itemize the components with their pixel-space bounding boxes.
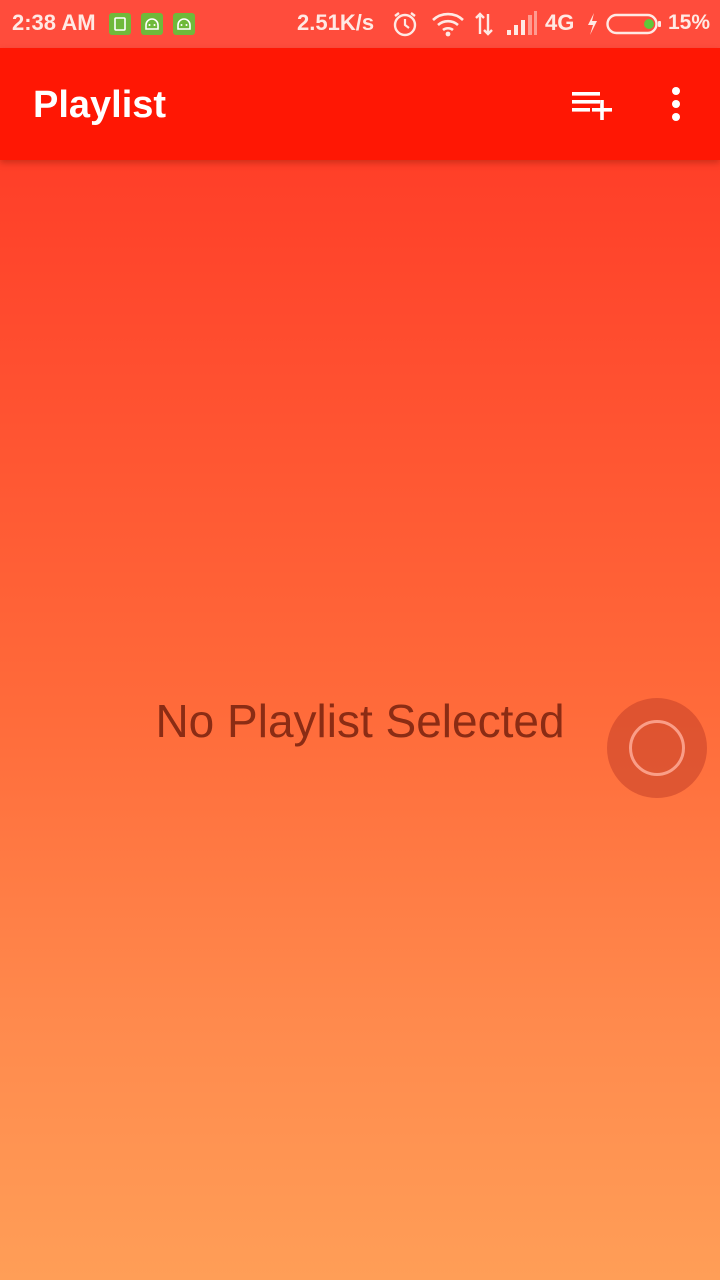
wifi-icon (431, 10, 465, 43)
android-icon (141, 13, 163, 35)
assistive-touch-ring-icon (629, 720, 685, 776)
android-icon (173, 13, 195, 35)
status-time: 2:38 AM (12, 10, 96, 35)
page-title: Playlist (33, 84, 167, 126)
battery-icon (606, 12, 662, 41)
battery-percent: 15% (668, 11, 711, 34)
alarm-icon (391, 10, 419, 43)
network-type: 4G (545, 10, 575, 35)
assistive-touch-button[interactable] (607, 698, 707, 798)
app-bar: Playlist (0, 48, 720, 160)
playlist-add-icon (572, 92, 612, 120)
status-bar: 2:38 AM 2.51K/s 4G 15% (0, 0, 720, 48)
more-vert-icon (672, 87, 680, 121)
charging-icon (585, 10, 599, 43)
sim-card-icon (109, 13, 131, 35)
network-speed: 2.51K/s (297, 10, 375, 35)
more-options-button[interactable] (652, 78, 700, 130)
data-arrows-icon (473, 10, 495, 43)
add-playlist-button[interactable] (562, 78, 622, 130)
signal-icon (506, 10, 538, 43)
